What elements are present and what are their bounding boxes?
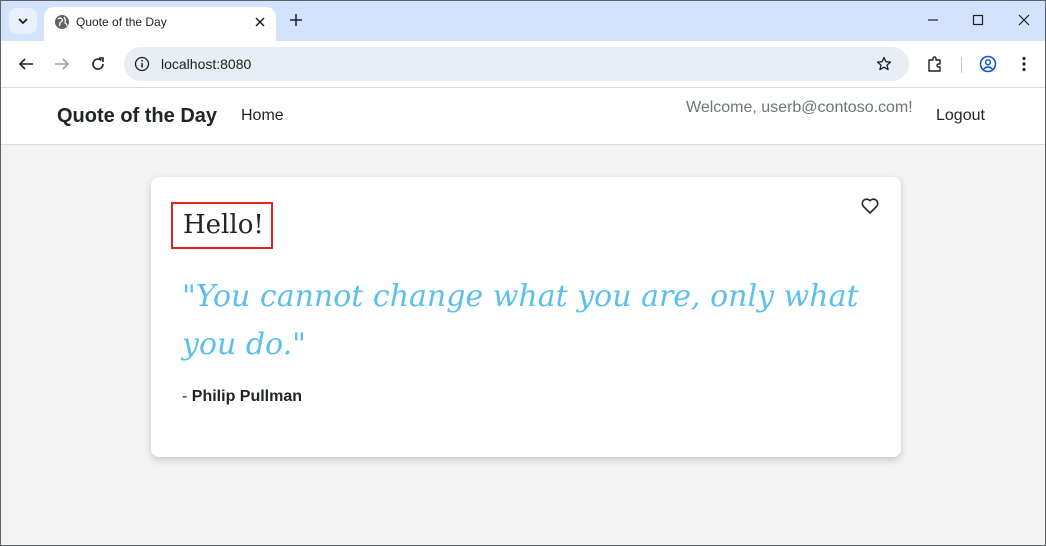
tab-close-button[interactable]: [250, 12, 270, 32]
globe-icon: [55, 15, 69, 29]
maximize-button[interactable]: [963, 7, 993, 33]
profile-button[interactable]: [976, 52, 1000, 76]
new-tab-button[interactable]: [285, 9, 307, 31]
reload-icon: [92, 57, 104, 70]
plus-icon: [290, 14, 302, 26]
welcome-text: Welcome, userb@contoso.com!: [686, 99, 913, 116]
close-icon: [1018, 14, 1030, 26]
close-icon: [255, 17, 265, 27]
site-navbar: Quote of the Day Home Welcome, userb@con…: [1, 88, 1045, 145]
author-prefix: -: [182, 388, 188, 405]
maximize-icon: [972, 14, 984, 26]
extensions-button[interactable]: [923, 52, 947, 76]
toolbar-divider: [961, 57, 962, 73]
arrow-right-icon: [55, 58, 70, 70]
page-content: Quote of the Day Home Welcome, userb@con…: [1, 88, 1045, 545]
window-close-button[interactable]: [1009, 7, 1039, 33]
arrow-left-icon: [18, 58, 33, 70]
browser-menu-button[interactable]: [1012, 52, 1036, 76]
heart-outline-icon[interactable]: [860, 196, 880, 216]
quote-text: "You cannot change what you are, only wh…: [182, 279, 859, 362]
back-button[interactable]: [14, 52, 38, 76]
quote-card: Hello! "You cannot change what you are, …: [151, 177, 901, 457]
reload-button[interactable]: [86, 52, 110, 76]
tab-strip: Quote of the Day: [1, 1, 1045, 41]
browser-toolbar: localhost:8080: [1, 41, 1045, 88]
minimize-icon: [928, 19, 938, 21]
quote-author: - Philip Pullman: [182, 388, 302, 406]
tab-search-button[interactable]: [9, 8, 37, 34]
site-brand[interactable]: Quote of the Day: [57, 105, 217, 128]
forward-button[interactable]: [50, 52, 74, 76]
author-name: Philip Pullman: [191, 388, 303, 405]
greeting-heading: Hello!: [171, 202, 273, 249]
site-info-icon[interactable]: [133, 55, 151, 73]
more-vert-icon: [1022, 56, 1026, 72]
browser-window: Quote of the Day localhost:8080 Quote of…: [0, 0, 1046, 546]
puzzle-icon: [928, 56, 941, 72]
chevron-down-icon: [18, 18, 28, 25]
account-circle-icon: [979, 55, 997, 73]
address-bar[interactable]: localhost:8080: [124, 47, 909, 81]
nav-home-link[interactable]: Home: [241, 107, 284, 125]
tab-title: Quote of the Day: [76, 15, 167, 29]
active-tab[interactable]: Quote of the Day: [44, 7, 276, 41]
bookmark-star-icon[interactable]: [874, 54, 894, 74]
logout-link[interactable]: Logout: [936, 107, 985, 125]
minimize-button[interactable]: [918, 7, 948, 33]
url-text: localhost:8080: [161, 56, 252, 72]
